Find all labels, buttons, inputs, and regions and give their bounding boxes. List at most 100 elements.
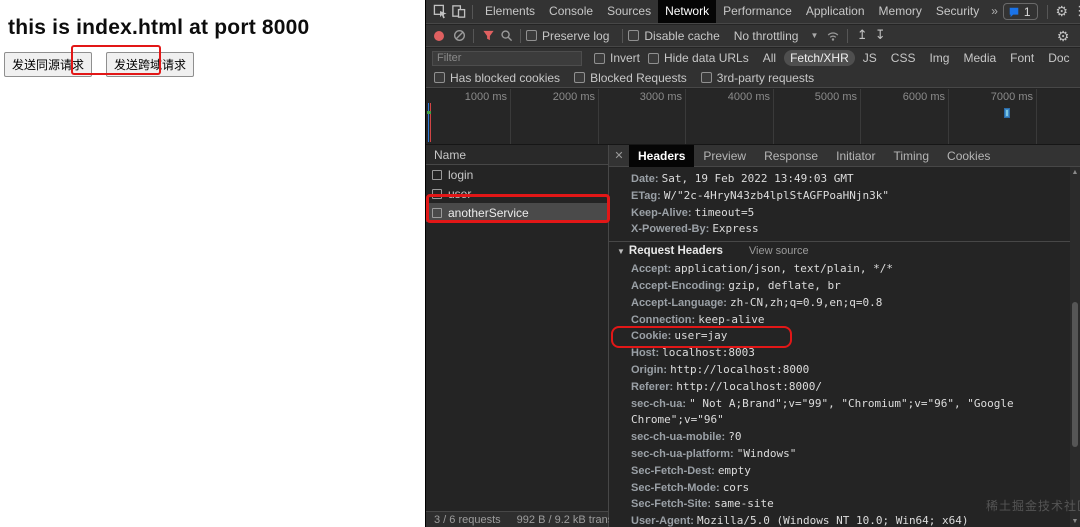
gridline	[1036, 89, 1037, 144]
filter-pill-all[interactable]: All	[757, 50, 782, 66]
button-row: 发送同源请求 发送跨域请求	[4, 52, 194, 77]
header-line-accept-encoding: Accept-Encoding: gzip, deflate, br	[609, 278, 1070, 295]
request-headers-section[interactable]: ▼Request HeadersView source	[609, 242, 1070, 259]
send-same-origin-button[interactable]: 发送同源请求	[4, 52, 92, 77]
triangle-down-icon: ▼	[617, 247, 625, 256]
filter-pill-fetch-xhr[interactable]: Fetch/XHR	[784, 50, 855, 66]
close-details-icon[interactable]: ✕	[609, 149, 629, 162]
details-scrollbar[interactable]: ▲ ▼	[1070, 167, 1080, 527]
tick-label: 7000 ms	[963, 91, 1033, 103]
invert-label: Invert	[610, 51, 640, 65]
preserve-log-label: Preserve log	[542, 29, 609, 43]
tab-cookies[interactable]: Cookies	[938, 145, 999, 167]
network-overview-timeline[interactable]: 1000 ms 2000 ms 3000 ms 4000 ms 5000 ms …	[426, 89, 1080, 145]
network-status-bar: 3 / 6 requests 992 B / 9.2 kB transferre…	[426, 511, 608, 527]
import-har-icon[interactable]: ↥	[853, 27, 871, 45]
has-blocked-cookies-checkbox[interactable]	[434, 72, 445, 83]
name-column-header[interactable]: Name	[426, 145, 608, 165]
request-list-panel: Name login user anotherService 3 / 6 req…	[426, 145, 609, 527]
request-row-anotherservice[interactable]: anotherService	[426, 203, 608, 222]
header-line-host: Host: localhost:8003	[609, 345, 1070, 362]
filter-pill-img[interactable]: Img	[923, 50, 955, 66]
preserve-log-checkbox[interactable]	[526, 30, 537, 41]
blocked-requests-label: Blocked Requests	[590, 71, 687, 85]
tab-console[interactable]: Console	[542, 0, 600, 23]
header-line-accept-language: Accept-Language: zh-CN,zh;q=0.9,en;q=0.8	[609, 295, 1070, 312]
settings-gear-icon[interactable]: ⚙	[1053, 3, 1071, 21]
toolbar-divider	[473, 29, 474, 43]
gridline	[685, 89, 686, 144]
request-row-login[interactable]: login	[426, 165, 608, 184]
filter-pill-js[interactable]: JS	[857, 50, 883, 66]
load-event-marker	[430, 103, 431, 142]
export-har-icon[interactable]: ↧	[871, 27, 889, 45]
search-icon[interactable]	[497, 27, 515, 45]
toolbar-divider	[472, 5, 473, 19]
header-line-sec-fetch-mode: Sec-Fetch-Mode: cors	[609, 480, 1070, 497]
tab-application[interactable]: Application	[799, 0, 872, 23]
toolbar-divider	[520, 29, 521, 43]
devtools-tabbar: Elements Console Sources Network Perform…	[426, 0, 1080, 24]
clear-icon[interactable]	[450, 27, 468, 45]
request-name: user	[448, 187, 471, 201]
tick-label: 6000 ms	[875, 91, 945, 103]
domcontentloaded-marker	[428, 103, 429, 142]
network-settings-gear-icon[interactable]: ⚙	[1054, 28, 1072, 46]
tab-security[interactable]: Security	[929, 0, 986, 23]
filter-input[interactable]	[432, 51, 582, 66]
tab-network[interactable]: Network	[658, 0, 716, 23]
hide-data-urls-checkbox[interactable]	[648, 53, 659, 64]
requests-count: 3 / 6 requests	[426, 514, 509, 526]
tab-memory[interactable]: Memory	[872, 0, 929, 23]
invert-checkbox[interactable]	[594, 53, 605, 64]
tab-sources[interactable]: Sources	[600, 0, 658, 23]
headers-content: Date: Sat, 19 Feb 2022 13:49:03 GMT ETag…	[609, 167, 1070, 527]
network-main: Name login user anotherService 3 / 6 req…	[426, 145, 1080, 527]
tab-timing[interactable]: Timing	[884, 145, 938, 167]
header-line-user-agent: User-Agent: Mozilla/5.0 (Windows NT 10.0…	[609, 513, 1070, 527]
device-toolbar-icon[interactable]	[449, 3, 467, 21]
send-cross-origin-button[interactable]: 发送跨域请求	[106, 52, 194, 77]
header-line-sec-fetch-dest: Sec-Fetch-Dest: empty	[609, 463, 1070, 480]
more-tabs-icon[interactable]: »	[986, 0, 1003, 23]
header-line-sec-ch-ua: sec-ch-ua: " Not A;Brand";v="99", "Chrom…	[609, 396, 1070, 430]
header-line-connection: Connection: keep-alive	[609, 312, 1070, 329]
request-dash	[427, 111, 431, 114]
kebab-menu-icon[interactable]: ⋮	[1071, 3, 1080, 21]
tab-elements[interactable]: Elements	[478, 0, 542, 23]
header-line-keep-alive: Keep-Alive: timeout=5	[609, 205, 1070, 222]
header-line-date: Date: Sat, 19 Feb 2022 13:49:03 GMT	[609, 171, 1070, 188]
network-conditions-icon[interactable]	[824, 27, 842, 45]
blocked-requests-checkbox[interactable]	[574, 72, 585, 83]
throttling-select[interactable]: No throttling	[734, 29, 799, 43]
tab-performance[interactable]: Performance	[716, 0, 799, 23]
request-row-user[interactable]: user	[426, 184, 608, 203]
record-icon[interactable]	[434, 31, 444, 41]
network-filter-row2: Has blocked cookies Blocked Requests 3rd…	[426, 68, 1080, 88]
tick-label: 2000 ms	[525, 91, 595, 103]
gridline	[510, 89, 511, 144]
browser-page: this is index.html at port 8000 发送同源请求 发…	[0, 0, 425, 527]
issues-badge[interactable]: 1	[1003, 3, 1038, 20]
xhr-file-icon	[432, 189, 442, 199]
filter-pill-font[interactable]: Font	[1004, 50, 1040, 66]
scroll-down-icon[interactable]: ▼	[1070, 518, 1080, 525]
site-watermark: 稀土掘金技术社区	[986, 497, 1080, 514]
disable-cache-checkbox[interactable]	[628, 30, 639, 41]
tab-initiator[interactable]: Initiator	[827, 145, 884, 167]
tick-label: 5000 ms	[787, 91, 857, 103]
filter-pill-doc[interactable]: Doc	[1042, 50, 1075, 66]
xhr-file-icon	[432, 170, 442, 180]
filter-funnel-icon[interactable]	[479, 27, 497, 45]
tab-preview[interactable]: Preview	[694, 145, 755, 167]
inspect-element-icon[interactable]	[431, 3, 449, 21]
filter-pill-css[interactable]: CSS	[885, 50, 922, 66]
tab-headers[interactable]: Headers	[629, 145, 694, 167]
tab-response[interactable]: Response	[755, 145, 827, 167]
waterfall-request-bar	[1004, 108, 1010, 118]
view-source-link[interactable]: View source	[749, 245, 809, 257]
filter-pill-media[interactable]: Media	[957, 50, 1002, 66]
third-party-requests-checkbox[interactable]	[701, 72, 712, 83]
scrollbar-thumb[interactable]	[1072, 302, 1078, 447]
scroll-up-icon[interactable]: ▲	[1070, 169, 1080, 176]
